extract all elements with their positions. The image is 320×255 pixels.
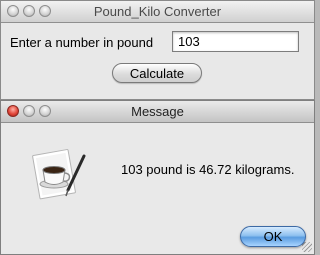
converter-titlebar[interactable]: Pound_Kilo Converter [1, 1, 314, 23]
converter-title: Pound_Kilo Converter [93, 4, 222, 19]
dialog-minimize-button[interactable] [23, 105, 35, 117]
resize-grip[interactable] [302, 242, 312, 252]
pound-input-label: Enter a number in pound [10, 35, 154, 50]
ok-button[interactable]: OK [240, 226, 306, 247]
dialog-window-controls [7, 105, 55, 120]
message-title: Message [131, 104, 184, 119]
calculate-button[interactable]: Calculate [112, 63, 202, 83]
close-button[interactable] [7, 5, 19, 17]
dialog-close-button[interactable] [7, 105, 19, 117]
window-controls [7, 5, 55, 20]
minimize-button[interactable] [23, 5, 35, 17]
message-text: 103 pound is 46.72 kilograms. [121, 162, 295, 177]
coffee-cup-app-icon [32, 149, 86, 200]
zoom-button[interactable] [39, 5, 51, 17]
pound-input[interactable] [172, 31, 299, 52]
dialog-zoom-button[interactable] [39, 105, 51, 117]
message-titlebar[interactable]: Message [1, 101, 314, 123]
